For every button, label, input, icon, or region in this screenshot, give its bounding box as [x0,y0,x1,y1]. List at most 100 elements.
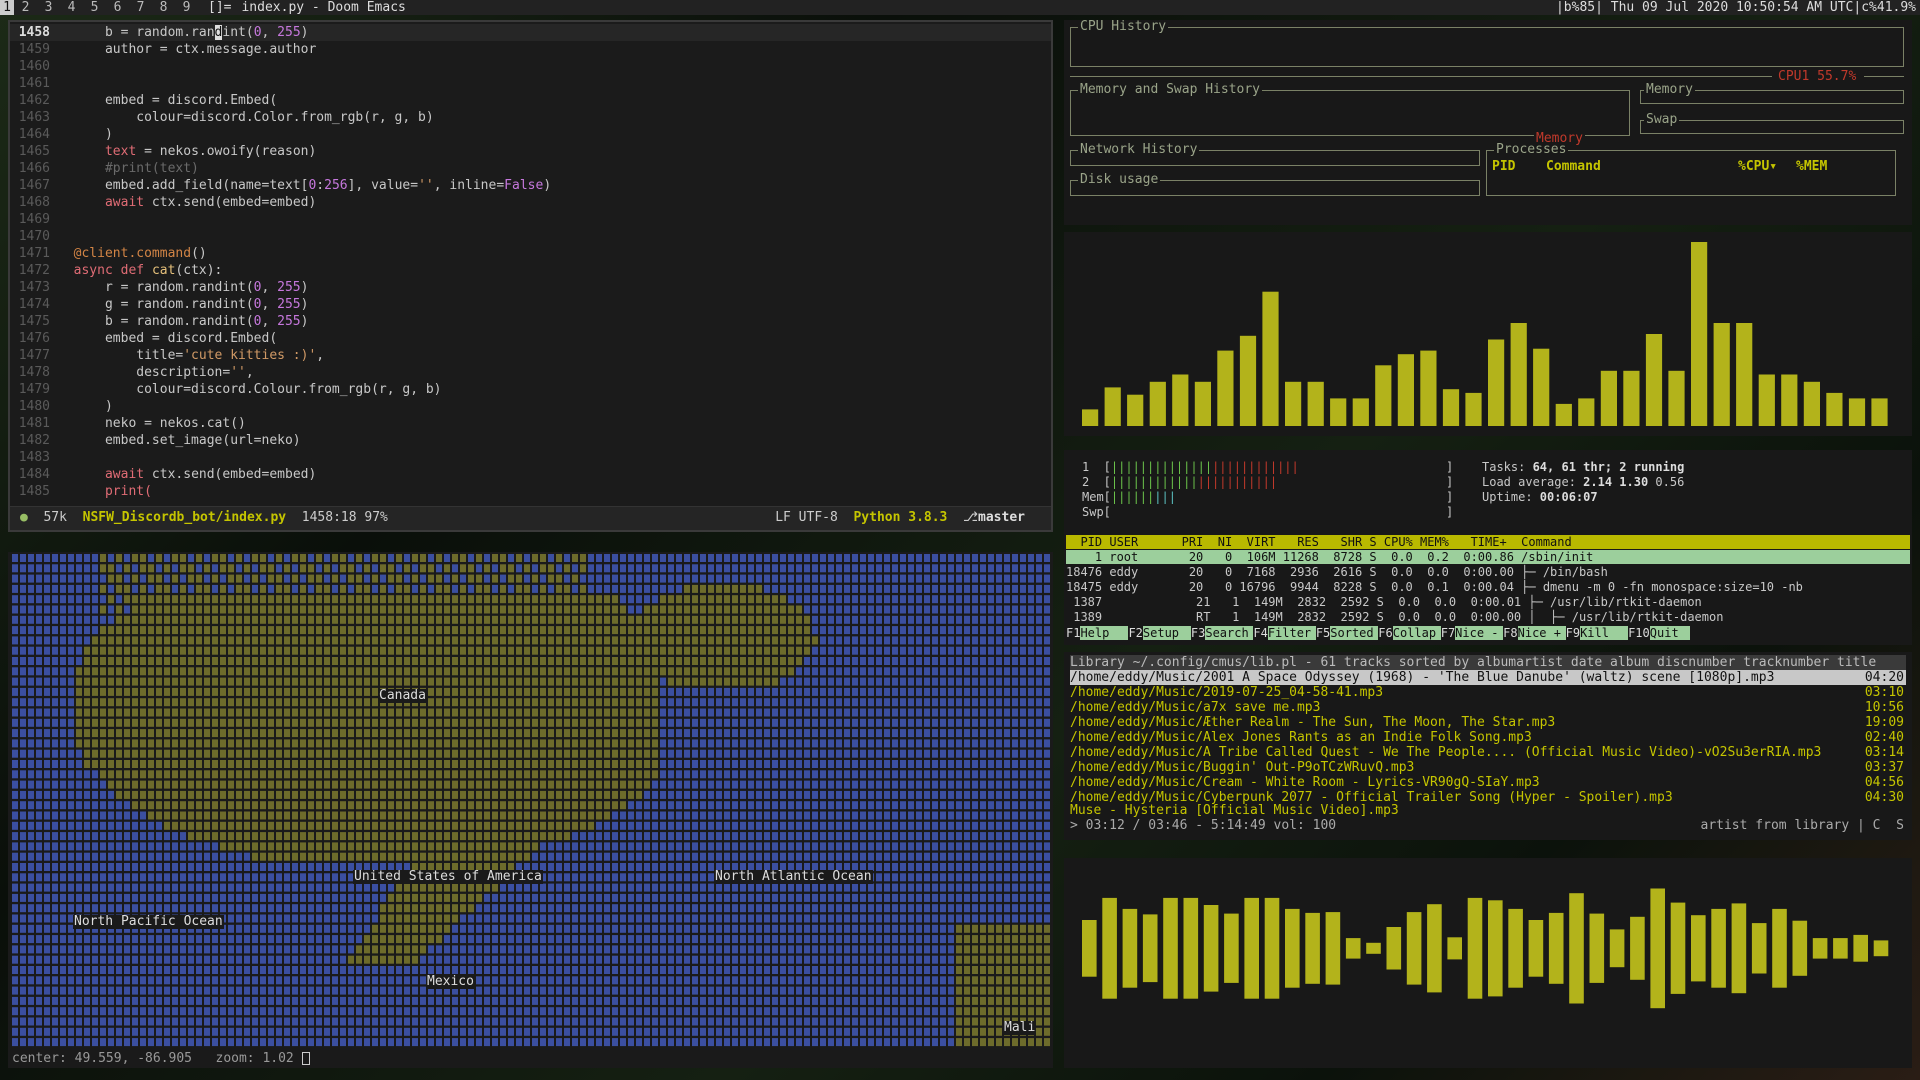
map-land-cell [276,832,282,841]
map-water-cell [588,574,594,583]
terminal-map-window[interactable]: Canada United States of America North At… [8,552,1053,1068]
map-water-cell [900,914,906,923]
map-water-cell [828,646,834,655]
code-line[interactable]: 1458 b = random.randint(0, 255) [10,24,1051,41]
map-water-cell [596,873,602,882]
map-water-cell [932,636,938,645]
map-land-cell [292,574,298,583]
code-line[interactable]: 1464 ) [10,126,1051,143]
map-land-cell [172,615,178,624]
map-water-cell [1020,677,1026,686]
code-line[interactable]: 1470 [10,228,1051,245]
code-line[interactable]: 1474 g = random.randint(0, 255) [10,296,1051,313]
map-land-cell [580,821,586,830]
map-land-cell [508,801,514,810]
map-land-cell [188,770,194,779]
map-land-cell [220,687,226,696]
map-water-cell [1028,893,1034,902]
map-land-cell [612,646,618,655]
map-water-cell [180,893,186,902]
map-land-cell [132,780,138,789]
map-water-cell [812,657,818,665]
workspace-tags[interactable]: 123456789 [0,0,198,15]
workspace-tag-8[interactable]: 8 [152,0,175,15]
map-water-cell [708,729,714,738]
code-line[interactable]: 1481 neko = nekos.cat() [10,415,1051,432]
code-line[interactable]: 1467 embed.add_field(name=text[0:256], v… [10,177,1051,194]
map-land-cell [172,811,178,820]
map-water-cell [284,893,290,902]
map-land-cell [428,924,434,933]
map-land-cell [340,790,346,799]
map-water-cell [28,667,34,676]
code-line[interactable]: 1477 title='cute kitties :)', [10,347,1051,364]
map-water-cell [724,687,730,696]
map-water-cell [12,687,18,696]
map-land-cell [412,729,418,738]
map-land-cell [556,605,562,614]
map-water-cell [572,564,578,573]
ascii-world-map[interactable] [12,554,1052,1048]
code-line[interactable]: 1476 embed = discord.Embed( [10,330,1051,347]
map-water-cell [44,739,50,748]
map-water-cell [668,842,674,851]
map-water-cell [820,883,826,892]
map-water-cell [700,760,706,768]
map-water-cell [1044,873,1050,882]
map-water-cell [12,646,18,655]
map-water-cell [932,626,938,635]
workspace-tag-5[interactable]: 5 [83,0,106,15]
code-line[interactable]: 1484 await ctx.send(embed=embed) [10,466,1051,483]
map-water-cell [332,584,338,593]
map-land-cell [548,739,554,748]
code-line[interactable]: 1471 @client.command() [10,245,1051,262]
map-water-cell [972,584,978,593]
map-land-cell [444,687,450,696]
workspace-tag-1[interactable]: 1 [0,0,14,15]
map-land-cell [628,739,634,748]
map-land-cell [156,595,162,604]
code-line[interactable]: 1468 await ctx.send(embed=embed) [10,194,1051,211]
workspace-tag-2[interactable]: 2 [14,0,37,15]
workspace-tag-7[interactable]: 7 [129,0,152,15]
emacs-window[interactable]: 1458 b = random.randint(0, 255) 1459 auth… [8,20,1053,532]
workspace-tag-3[interactable]: 3 [37,0,60,15]
code-line[interactable]: 1472 async def cat(ctx): [10,262,1051,279]
code-line[interactable]: 1465 text = nekos.owoify(reason) [10,143,1051,160]
map-land-cell [660,636,666,645]
map-land-cell [412,646,418,655]
map-land-cell [468,780,474,789]
code-line[interactable]: 1460 [10,58,1051,75]
map-land-cell [372,646,378,655]
map-land-cell [580,636,586,645]
workspace-tag-9[interactable]: 9 [175,0,198,15]
code-line[interactable]: 1469 [10,211,1051,228]
map-land-cell [532,739,538,748]
code-line[interactable]: 1478 description='', [10,364,1051,381]
code-line[interactable]: 1483 [10,449,1051,466]
code-line[interactable]: 1482 embed.set_image(url=neko) [10,432,1051,449]
map-land-cell [164,605,170,614]
map-land-cell [196,605,202,614]
layout-indicator[interactable]: []= [208,0,231,15]
code-line[interactable]: 1462 embed = discord.Embed( [10,92,1051,109]
map-land-cell [580,687,586,696]
code-line[interactable]: 1473 r = random.randint(0, 255) [10,279,1051,296]
map-water-cell [52,626,58,635]
code-line[interactable]: 1480 ) [10,398,1051,415]
map-water-cell [1012,708,1018,717]
code-line[interactable]: 1479 colour=discord.Colour.from_rgb(r, g… [10,381,1051,398]
map-land-cell [148,687,154,696]
map-land-cell [284,564,290,573]
workspace-tag-6[interactable]: 6 [106,0,129,15]
code-line[interactable]: 1475 b = random.randint(0, 255) [10,313,1051,330]
map-water-cell [124,852,130,861]
code-line[interactable]: 1459 author = ctx.message.author [10,41,1051,58]
code-line[interactable]: 1485 print( [10,483,1051,500]
code-line[interactable]: 1463 colour=discord.Color.from_rgb(r, g,… [10,109,1051,126]
code-editor[interactable]: 1458 b = random.randint(0, 255) 1459 auth… [10,24,1051,500]
workspace-tag-4[interactable]: 4 [60,0,83,15]
code-line[interactable]: 1466 #print(text) [10,160,1051,177]
code-line[interactable]: 1461 [10,75,1051,92]
